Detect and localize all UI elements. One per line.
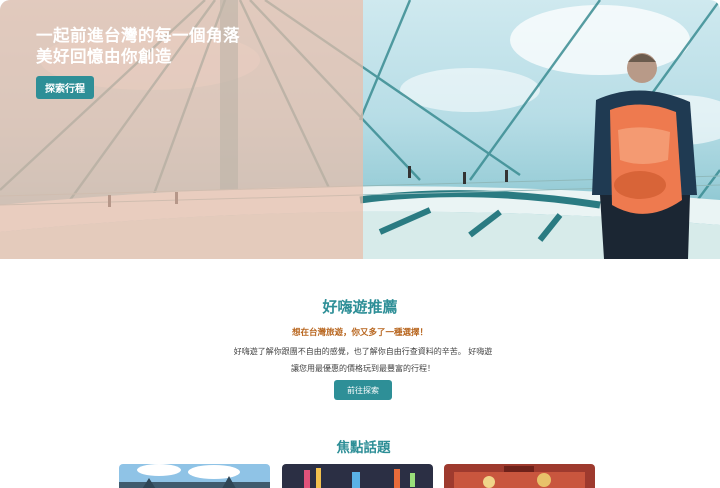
backpacker-figure [592, 53, 697, 259]
hero-banner: 一起前進台灣的每一個角落 美好回憶由你創造 探索行程 [0, 0, 720, 259]
hero-title-line-1: 一起前進台灣的每一個角落 [36, 26, 240, 45]
explore-itinerary-button[interactable]: 探索行程 [36, 76, 94, 99]
hero-title-line-2: 美好回憶由你創造 [36, 47, 172, 66]
topic-card-2-image [282, 464, 433, 488]
topic-card-1[interactable] [119, 464, 270, 488]
recommend-description-line-1: 好嗨遊了解你跟團不自由的感覺，也了解你自由行查資料的辛苦。 好嗨遊 [233, 347, 493, 356]
focus-topics-title: 焦點話題 [336, 440, 391, 456]
hero-title: 一起前進台灣的每一個角落 美好回憶由你創造 [36, 25, 240, 67]
go-explore-button[interactable]: 前往探索 [334, 380, 392, 400]
topic-card-1-image [119, 464, 270, 488]
recommend-description: 好嗨遊了解你跟團不自由的感覺，也了解你自由行查資料的辛苦。 好嗨遊 讓您用最優惠… [0, 343, 720, 377]
topic-card-3[interactable] [444, 464, 595, 488]
topic-card-2[interactable] [282, 464, 433, 488]
topic-card-3-image [444, 464, 595, 488]
recommend-title: 好嗨遊推薦 [322, 298, 398, 316]
recommend-subtitle: 想在台灣旅遊，你又多了一種選擇！ [291, 328, 428, 338]
recommend-description-line-2: 讓您用最優惠的價格玩到最豐富的行程！ [291, 364, 435, 373]
page: 一起前進台灣的每一個角落 美好回憶由你創造 探索行程 好嗨遊推薦 想在台灣旅遊，… [0, 0, 720, 488]
